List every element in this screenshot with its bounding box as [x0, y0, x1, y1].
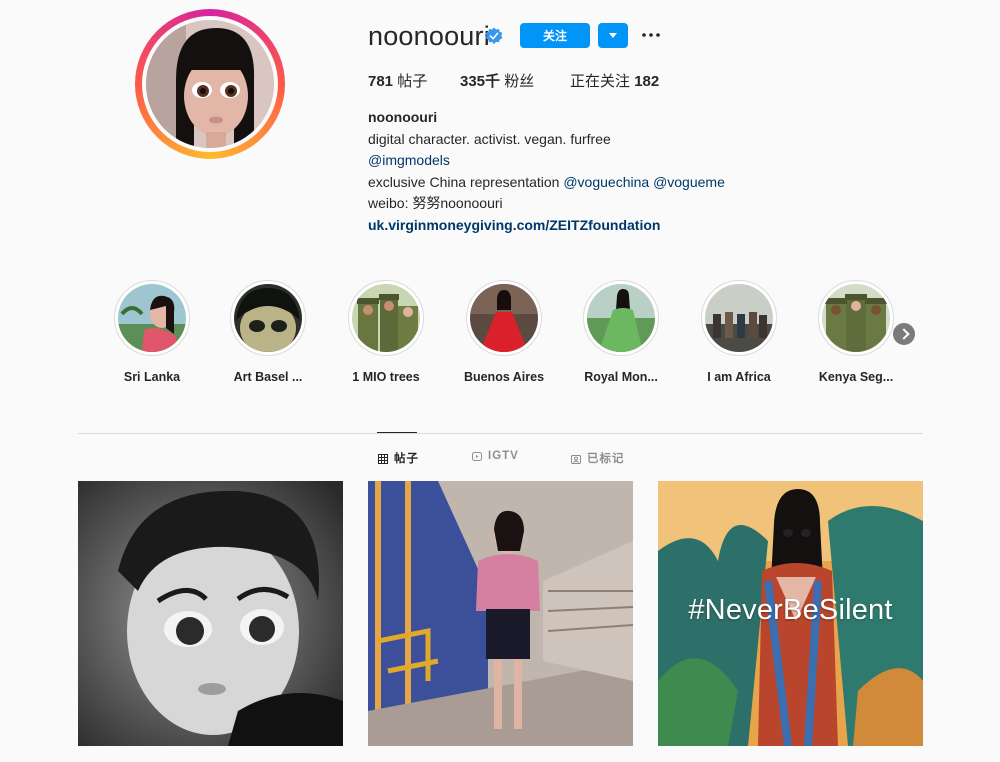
highlight-cover: [470, 284, 538, 352]
highlight-label: Sri Lanka: [123, 370, 181, 384]
highlight-ring: [818, 280, 894, 356]
bio-line-4: weibo: 努努noonoouri: [368, 195, 503, 212]
bio-website-link[interactable]: uk.virginmoneygiving.com/ZEITZfoundation: [368, 217, 660, 233]
chevron-down-icon: [609, 33, 617, 38]
highlight-label: I am Africa: [707, 370, 771, 384]
tab-igtv-label: IGTV: [488, 450, 519, 462]
bio-name: noonoouri: [368, 109, 438, 125]
highlight-item[interactable]: Art Basel ...: [213, 280, 323, 384]
posts-label: 帖子: [397, 73, 428, 90]
follow-button[interactable]: 关注: [520, 23, 590, 48]
highlight-ring: [466, 280, 542, 356]
bio-mention-voguechina[interactable]: @voguechina: [563, 174, 649, 190]
story-highlights: Sri Lanka Art Basel ... 1 MIO trees Buen…: [100, 280, 930, 390]
following-count: 182: [634, 73, 660, 90]
post-image: [78, 481, 343, 746]
post-thumbnail[interactable]: #NeverBeSilent: [658, 481, 923, 746]
followers-stat[interactable]: 335千 粉丝: [460, 70, 534, 91]
highlight-item[interactable]: Royal Mon...: [566, 280, 676, 384]
bio-line-3: exclusive China representation @voguechi…: [368, 172, 725, 194]
posts-count: 781: [368, 73, 394, 90]
tagged-icon: [571, 455, 581, 464]
grid-icon: [378, 454, 388, 464]
bio-line-3-text: exclusive China representation: [368, 173, 564, 190]
highlights-next-arrow-icon[interactable]: [893, 323, 915, 345]
suggested-accounts-dropdown-button[interactable]: [598, 23, 628, 48]
highlight-cover: [118, 284, 186, 352]
profile-username: noonoouri: [368, 21, 490, 51]
tab-posts-label: 帖子: [394, 453, 419, 465]
highlight-label: Royal Mon...: [584, 370, 658, 384]
tab-posts[interactable]: 帖子: [378, 450, 419, 466]
tab-igtv[interactable]: IGTV: [472, 450, 519, 462]
profile-avatar-ring[interactable]: [135, 9, 285, 159]
highlight-label: 1 MIO trees: [352, 370, 420, 384]
bio-mention-imgmodels[interactable]: @imgmodels: [368, 152, 450, 168]
highlight-label: Buenos Aires: [463, 370, 545, 384]
highlight-ring: [701, 280, 777, 356]
highlight-cover: [587, 284, 655, 352]
posts-count-stat: 781 帖子: [368, 70, 427, 91]
highlight-cover: [352, 284, 420, 352]
post-thumbnail[interactable]: [78, 481, 343, 746]
highlight-ring: [348, 280, 424, 356]
post-caption: #NeverBeSilent: [688, 594, 893, 626]
verified-badge-icon: [485, 27, 503, 45]
post-thumbnail[interactable]: [368, 481, 633, 746]
highlight-ring: [583, 280, 659, 356]
followers-count: 335千: [460, 73, 501, 90]
bio-line-1: digital character. activist. vegan. furf…: [368, 130, 611, 147]
highlight-ring: [114, 280, 190, 356]
followers-label: 粉丝: [504, 73, 535, 90]
following-label: 正在关注: [570, 73, 631, 90]
tabs-divider: [78, 433, 923, 434]
bio-mention-vogueme[interactable]: @vogueme: [653, 174, 725, 190]
igtv-icon: [472, 452, 482, 461]
highlight-label: Kenya Seg...: [818, 370, 894, 384]
following-stat[interactable]: 正在关注 182: [570, 70, 659, 91]
highlight-cover: [822, 284, 890, 352]
profile-bio: noonoouri digital character. activist. v…: [368, 107, 725, 237]
highlight-item[interactable]: Buenos Aires: [449, 280, 559, 384]
highlight-item[interactable]: 1 MIO trees: [331, 280, 441, 384]
highlight-item[interactable]: Sri Lanka: [97, 280, 207, 384]
highlight-label: Art Basel ...: [233, 370, 303, 384]
active-tab-indicator: [377, 432, 417, 433]
highlight-ring: [230, 280, 306, 356]
highlight-item[interactable]: I am Africa: [684, 280, 794, 384]
tab-tagged-label: 已标记: [587, 453, 625, 465]
highlight-cover: [234, 284, 302, 354]
more-options-icon[interactable]: [640, 24, 662, 46]
highlight-cover: [705, 284, 773, 352]
post-image: [368, 481, 633, 746]
profile-avatar[interactable]: [142, 16, 278, 152]
tab-tagged[interactable]: 已标记: [571, 450, 625, 466]
